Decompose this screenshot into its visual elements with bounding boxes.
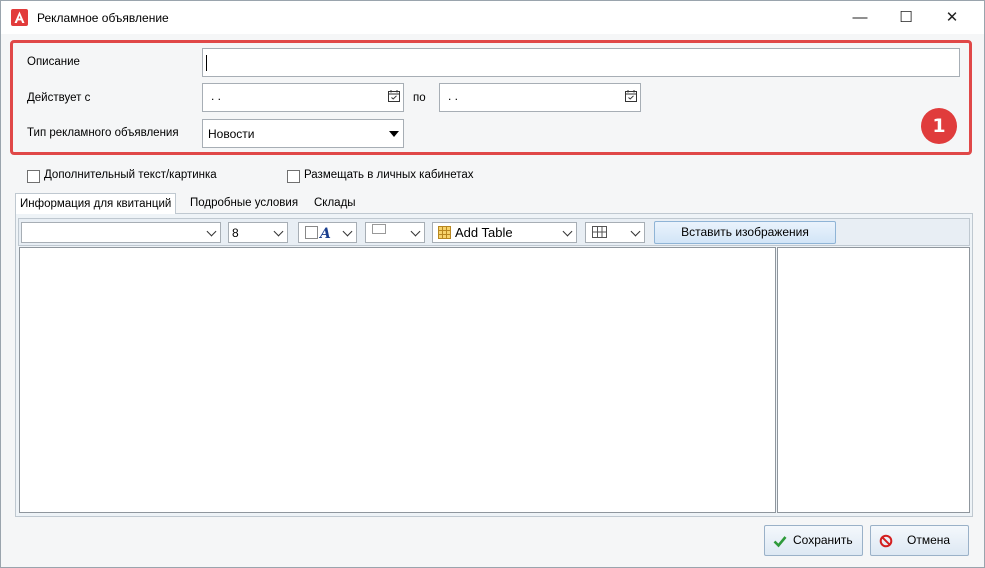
valid-from-date-field[interactable]: . . <box>202 83 404 112</box>
text-caret <box>206 55 207 71</box>
rich-text-editor[interactable] <box>19 247 776 513</box>
font-size-select[interactable]: 8 <box>228 222 288 243</box>
chevron-down-icon <box>562 226 573 237</box>
cancel-icon <box>879 534 893 548</box>
extra-text-checkbox[interactable] <box>27 170 40 183</box>
editor-toolbar: 8 A Add Table Вставить изображения <box>18 218 970 246</box>
dropdown-arrow-icon <box>389 131 399 137</box>
chevron-down-icon <box>273 226 284 237</box>
ad-type-value: Новости <box>208 127 255 141</box>
cabinets-label: Размещать в личных кабинетах <box>304 169 474 181</box>
app-logo-icon <box>11 9 28 26</box>
font-size-value: 8 <box>232 226 239 240</box>
ad-type-label: Тип рекламного объявления <box>27 127 179 139</box>
save-button[interactable]: Сохранить <box>764 525 863 556</box>
close-button[interactable]: ✕ <box>929 1 975 34</box>
chevron-down-icon <box>342 226 353 237</box>
highlight-color-icon <box>372 224 386 234</box>
chevron-down-icon <box>206 226 217 237</box>
tab-receipt-info[interactable]: Информация для квитанций <box>15 193 177 214</box>
minimize-button[interactable]: — <box>837 1 883 34</box>
chevron-down-icon <box>410 226 421 237</box>
cancel-label: Отмена <box>907 533 951 547</box>
extra-text-label: Дополнительный текст/картинка <box>44 169 217 181</box>
calendar-icon[interactable] <box>625 90 637 102</box>
preview-pane[interactable] <box>777 247 970 513</box>
valid-from-label: Действует с <box>27 92 91 104</box>
tab-detailed-terms[interactable]: Подробные условия <box>186 193 302 213</box>
window-title: Рекламное объявление <box>37 11 169 25</box>
valid-to-label: по <box>413 92 426 104</box>
table-icon <box>438 226 451 239</box>
valid-to-value: . . <box>448 89 459 103</box>
add-table-label: Add Table <box>455 225 513 240</box>
chevron-down-icon <box>630 226 641 237</box>
maximize-button[interactable]: ☐ <box>883 1 929 34</box>
table-grid-icon <box>592 226 607 238</box>
highlight-color-select[interactable] <box>365 222 425 243</box>
table-border-select[interactable] <box>585 222 645 243</box>
font-family-select[interactable] <box>21 222 221 243</box>
add-table-select[interactable]: Add Table <box>432 222 577 243</box>
tab-strip: Информация для квитанций Подробные услов… <box>15 193 973 214</box>
font-color-icon: A <box>305 226 331 240</box>
cabinets-checkbox[interactable] <box>287 170 300 183</box>
checkmark-icon <box>773 536 787 548</box>
tab-warehouses[interactable]: Склады <box>310 193 360 213</box>
valid-from-value: . . <box>211 89 222 103</box>
save-label: Сохранить <box>793 533 853 547</box>
insert-images-button[interactable]: Вставить изображения <box>654 221 836 244</box>
font-color-select[interactable]: A <box>298 222 357 243</box>
ad-type-select[interactable]: Новости <box>202 119 404 148</box>
cancel-button[interactable]: Отмена <box>870 525 969 556</box>
calendar-icon[interactable] <box>388 90 400 102</box>
annotation-badge: 1 <box>921 108 957 144</box>
ad-dialog-window: Рекламное объявление — ☐ ✕ 1 Описание Де… <box>0 0 985 568</box>
svg-text:A: A <box>318 226 331 240</box>
description-input[interactable] <box>202 48 960 77</box>
title-bar[interactable]: Рекламное объявление — ☐ ✕ <box>1 1 984 34</box>
description-label: Описание <box>27 56 80 68</box>
valid-to-date-field[interactable]: . . <box>439 83 641 112</box>
